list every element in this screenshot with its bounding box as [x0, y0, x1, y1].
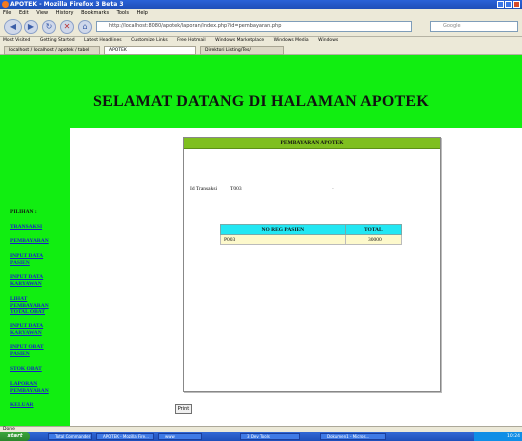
bookmark-item[interactable]: Customize Links: [131, 38, 168, 43]
bookmark-item[interactable]: Windows: [318, 38, 338, 43]
menu-bar: File Edit View History Bookmarks Tools H…: [0, 9, 522, 17]
sidebar-item-input-pasien[interactable]: INPUT DATA PASIEN: [10, 253, 52, 266]
taskbar-item[interactable]: APOTEK - Mozilla Fire...: [96, 433, 154, 440]
menu-view[interactable]: View: [36, 10, 48, 16]
cell-no-reg: P003: [220, 234, 346, 245]
sidebar-item-input-karyawan[interactable]: INPUT DATA KARYAWAN: [10, 274, 52, 287]
window-title: APOTEK - Mozilla Firefox 3 Beta 3: [10, 1, 124, 8]
system-tray-clock: 10:24: [474, 432, 522, 441]
sidebar-item-input-karyawan-2[interactable]: INPUT DATA KARYAWAN: [10, 323, 52, 336]
back-icon[interactable]: ◀: [4, 19, 22, 35]
start-button[interactable]: start: [0, 432, 30, 441]
column-header-total: TOTAL: [344, 224, 403, 235]
bookmark-item[interactable]: Latest Headlines: [84, 38, 122, 43]
taskbar-item[interactable]: Total Commander: [48, 433, 92, 440]
reload-icon[interactable]: ↻: [42, 20, 56, 34]
sidebar-item-input-obat[interactable]: INPUT OBAT PASIEN: [10, 344, 52, 357]
menu-help[interactable]: Help: [137, 10, 148, 16]
menu-file[interactable]: File: [3, 10, 11, 16]
table-row: P003 30000: [220, 234, 403, 245]
taskbar-item[interactable]: Dokumen1 - Micros...: [320, 433, 386, 440]
page-header: SELAMAT DATANG DI HALAMAN APOTEK: [0, 55, 522, 128]
bookmark-item[interactable]: Windows Marketplace: [215, 38, 264, 43]
column-header-no-reg: NO REG PASIEN: [220, 224, 346, 235]
tab-apotek[interactable]: APOTEK: [104, 46, 196, 55]
menu-bookmarks[interactable]: Bookmarks: [81, 10, 109, 16]
transaction-id-label: Id Transaksi: [190, 186, 218, 192]
sidebar-item-stok-obat[interactable]: STOK OBAT: [10, 366, 68, 373]
forward-icon[interactable]: ▶: [24, 20, 38, 34]
address-bar[interactable]: http://localhost:8080/apotek/laporan/ind…: [96, 21, 412, 32]
stop-icon[interactable]: ✕: [60, 20, 74, 34]
sidebar-heading: PILIHAN :: [10, 209, 37, 215]
bookmark-item[interactable]: Most Visited: [3, 38, 30, 43]
firefox-icon: [2, 1, 9, 8]
home-icon[interactable]: ⌂: [78, 20, 92, 34]
bookmarks-toolbar: Most Visited Getting Started Latest Head…: [0, 37, 522, 45]
minimize-button[interactable]: [497, 1, 504, 8]
menu-tools[interactable]: Tools: [117, 10, 129, 16]
sidebar-item-lihat-pembayaran[interactable]: LIHAT PEMBAYARAN TOTAL OBAT: [10, 296, 54, 316]
window-title-bar[interactable]: APOTEK - Mozilla Firefox 3 Beta 3: [0, 0, 522, 9]
print-button[interactable]: Print: [175, 404, 192, 414]
cell-total: 30000: [344, 234, 403, 245]
menu-history[interactable]: History: [56, 10, 74, 16]
sidebar-menu: PILIHAN : TRANSAKSI PEMBAYARAN INPUT DAT…: [0, 128, 70, 426]
tab-bar: localhost / localhost / apotek / tabel A…: [0, 45, 522, 55]
maximize-button[interactable]: [505, 1, 512, 8]
page-content: SELAMAT DATANG DI HALAMAN APOTEK PILIHAN…: [0, 55, 522, 426]
tab-localhost[interactable]: localhost / localhost / apotek / tabel: [4, 46, 100, 55]
sidebar-item-laporan[interactable]: LAPORAN PEMBAYARAN: [10, 381, 52, 394]
search-input[interactable]: Google: [430, 21, 518, 32]
navigation-toolbar: ◀ ▶ ↻ ✕ ⌂ http://localhost:8080/apotek/l…: [0, 17, 522, 37]
tab-direktori[interactable]: Direktori Listing/Tes/: [200, 46, 284, 55]
menu-edit[interactable]: Edit: [19, 10, 29, 16]
bookmark-item[interactable]: Windows Media: [274, 38, 309, 43]
sidebar-item-keluar[interactable]: KELUAR: [10, 402, 68, 409]
bookmark-item[interactable]: Getting Started: [40, 38, 75, 43]
taskbar-item[interactable]: www: [158, 433, 202, 440]
page-title: SELAMAT DATANG DI HALAMAN APOTEK: [93, 93, 429, 110]
transaction-id-value: T003: [230, 186, 242, 192]
sidebar-item-transaksi[interactable]: TRANSAKSI: [10, 224, 68, 231]
close-button[interactable]: [513, 1, 520, 8]
window-controls: [497, 1, 520, 8]
sidebar-item-pembayaran[interactable]: PEMBAYARAN: [10, 238, 68, 245]
payment-table: NO REG PASIEN TOTAL P003 30000: [220, 224, 403, 245]
panel-title: PEMBAYARAN APOTEK: [184, 138, 440, 149]
dash-separator: -: [332, 186, 334, 192]
table-header-row: NO REG PASIEN TOTAL: [220, 224, 403, 235]
payment-panel: PEMBAYARAN APOTEK Id Transaksi T003 - NO…: [183, 137, 441, 392]
taskbar-item[interactable]: 3 Dev Tools: [240, 433, 300, 440]
bookmark-item[interactable]: Free Hotmail: [177, 38, 206, 43]
taskbar: start Total Commander APOTEK - Mozilla F…: [0, 432, 522, 441]
